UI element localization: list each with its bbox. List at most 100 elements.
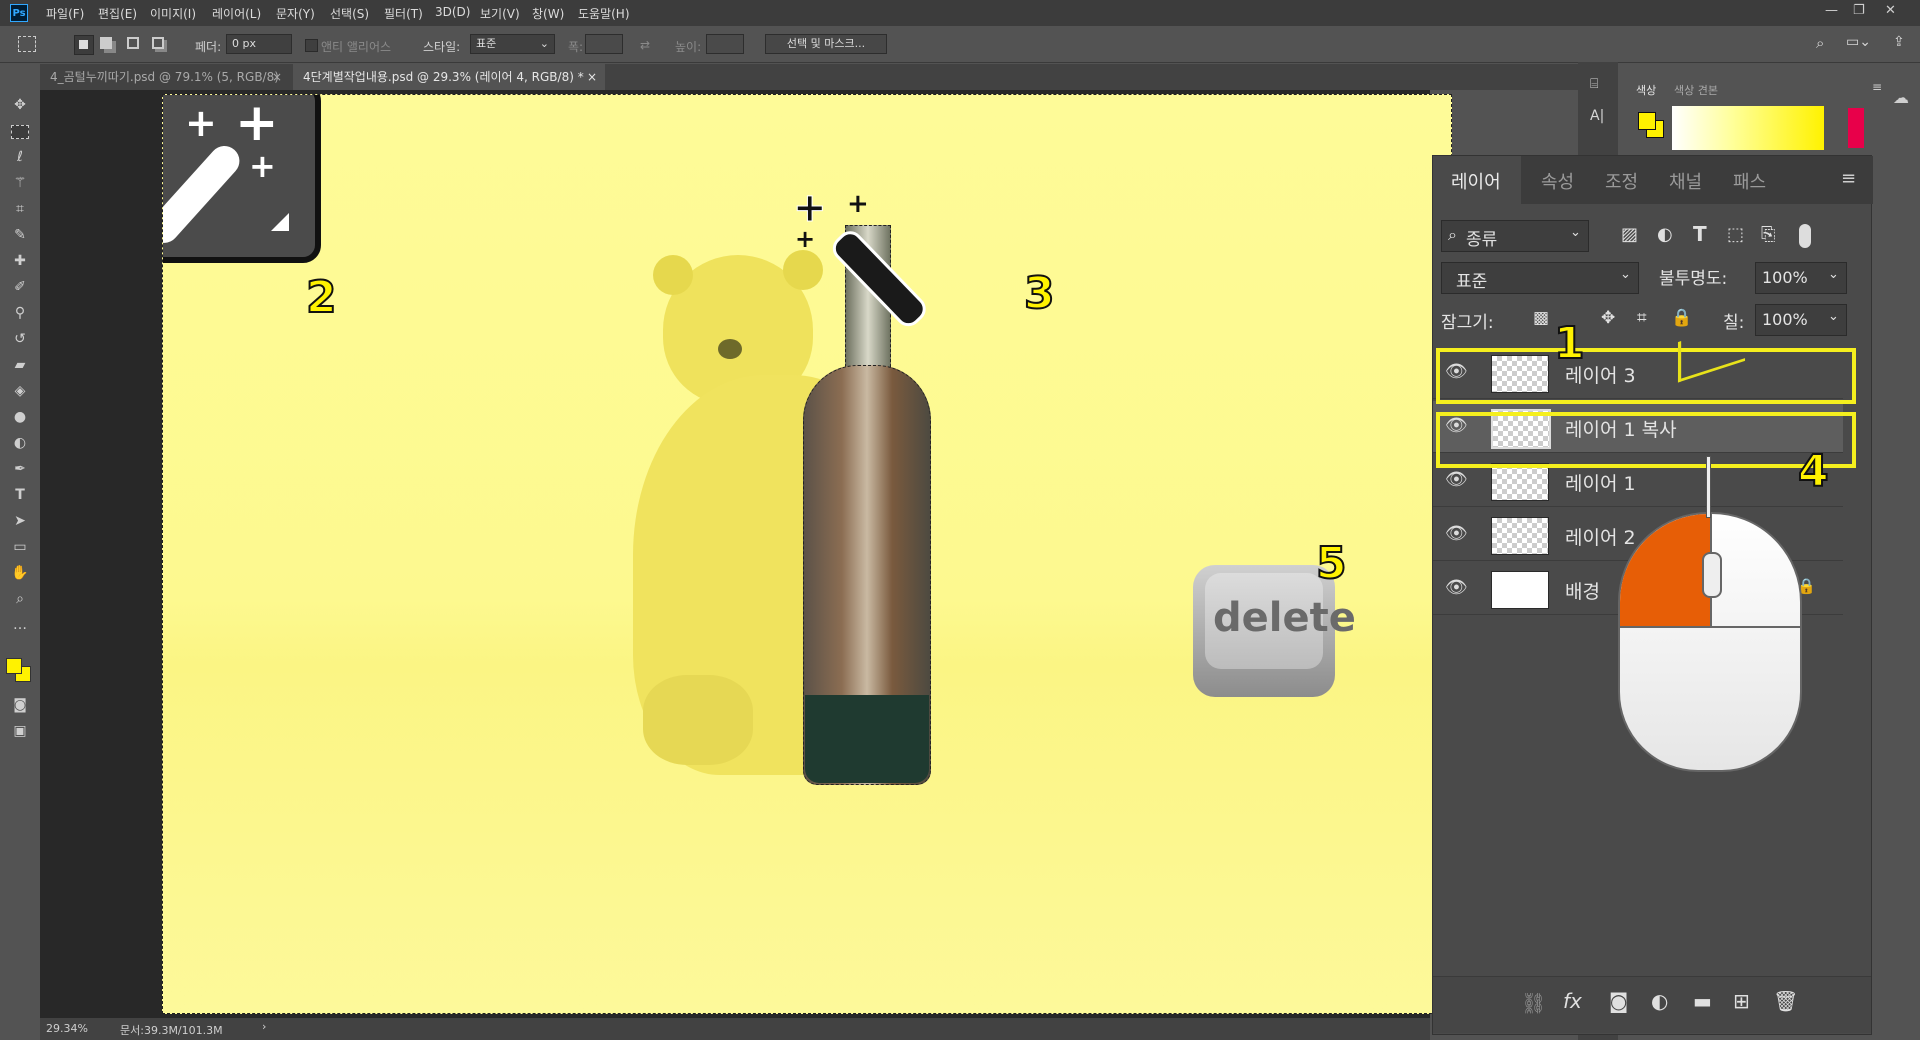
intersect-selection-icon[interactable] <box>152 37 164 49</box>
tab-layers[interactable]: 레이어 <box>1451 168 1501 194</box>
history-icon[interactable]: ⌸ <box>1590 76 1598 92</box>
lock-position-icon[interactable]: ✥ <box>1601 308 1615 328</box>
trash-icon[interactable]: 🗑 <box>1773 989 1798 1013</box>
image-filter-icon[interactable]: ▨ <box>1621 224 1638 245</box>
tab-properties[interactable]: 속성 <box>1541 168 1574 194</box>
menu-select[interactable]: 선택(S) <box>330 5 369 22</box>
eye-icon[interactable]: 👁 <box>1445 469 1468 490</box>
menu-layer[interactable]: 레이어(L) <box>212 5 261 22</box>
tab-paths[interactable]: 패스 <box>1733 168 1766 194</box>
brush-tool-icon[interactable]: ✐ <box>8 276 32 298</box>
screen-mode-icon[interactable]: ▣ <box>8 720 32 742</box>
lock-all-icon[interactable]: 🔒 <box>1671 308 1692 328</box>
menu-filter[interactable]: 필터(T) <box>384 5 423 22</box>
status-arrow-icon[interactable]: › <box>262 1020 266 1033</box>
pen-tool-icon[interactable]: ✒ <box>8 458 32 480</box>
panel-menu-icon[interactable]: ≡ <box>1872 80 1882 94</box>
link-icon[interactable]: ⛓ <box>1521 991 1546 1015</box>
eye-icon[interactable]: 👁 <box>1445 577 1468 598</box>
zoom-tool-icon[interactable]: ⌕ <box>8 588 32 610</box>
search-icon[interactable]: ⌕ <box>1816 34 1824 52</box>
style-select[interactable]: 표준 ⌄ <box>470 34 555 54</box>
tab-color[interactable]: 색상 <box>1636 82 1656 98</box>
color-foreground-swatch[interactable] <box>1638 112 1656 130</box>
layer-name[interactable]: 레이어 1 <box>1565 469 1636 496</box>
filter-toggle[interactable] <box>1799 224 1811 248</box>
mask-icon[interactable]: ◙ <box>1609 989 1628 1013</box>
document-canvas[interactable]: + + + + + + delete <box>162 94 1452 1014</box>
more-tools-icon[interactable]: … <box>8 614 32 636</box>
menu-type[interactable]: 문자(Y) <box>276 5 315 22</box>
fx-icon[interactable]: fx <box>1563 989 1582 1013</box>
menu-edit[interactable]: 편집(E) <box>98 5 137 22</box>
tab-adjustments[interactable]: 조정 <box>1605 168 1638 194</box>
libraries-icon[interactable]: ☁ <box>1893 88 1909 107</box>
shape-filter-icon[interactable]: ⬚ <box>1727 224 1744 245</box>
folder-icon[interactable]: ▬ <box>1693 989 1712 1013</box>
marquee-preset-icon[interactable] <box>18 36 36 52</box>
menu-view[interactable]: 보기(V) <box>480 5 520 22</box>
menu-3d[interactable]: 3D(D) <box>435 5 470 19</box>
history-brush-icon[interactable]: ↺ <box>8 328 32 350</box>
foreground-color-swatch[interactable] <box>6 658 22 674</box>
lock-transparent-icon[interactable]: ▩ <box>1533 308 1549 328</box>
fill-input[interactable]: 100% ⌄ <box>1755 304 1847 336</box>
dodge-tool-icon[interactable]: ◐ <box>8 432 32 454</box>
type-filter-icon[interactable]: T <box>1693 222 1707 246</box>
zoom-readout[interactable]: 29.34% <box>46 1022 88 1035</box>
adjustment-icon[interactable]: ◐ <box>1651 989 1668 1013</box>
tab-channels[interactable]: 채널 <box>1669 168 1702 194</box>
move-tool-icon[interactable]: ✥ <box>8 94 32 116</box>
paint-bucket-icon[interactable]: ◈ <box>8 380 32 402</box>
close-icon[interactable]: × <box>587 64 597 90</box>
menu-image[interactable]: 이미지(I) <box>150 5 196 22</box>
antialias-checkbox[interactable] <box>305 39 318 52</box>
path-select-icon[interactable]: ➤ <box>8 510 32 532</box>
add-selection-icon[interactable] <box>100 37 112 49</box>
width-input[interactable] <box>585 34 623 54</box>
menu-file[interactable]: 파일(F) <box>46 5 84 22</box>
menu-help[interactable]: 도움말(H) <box>578 5 630 22</box>
select-and-mask-button[interactable]: 선택 및 마스크... <box>765 34 887 54</box>
quick-mask-icon[interactable]: ◙ <box>8 694 32 716</box>
share-icon[interactable]: ⇪ <box>1893 34 1905 50</box>
subtract-selection-icon[interactable] <box>127 37 139 49</box>
stamp-tool-icon[interactable]: ⚲ <box>8 302 32 324</box>
eraser-tool-icon[interactable]: ▰ <box>8 354 32 376</box>
close-icon[interactable]: × <box>272 64 282 90</box>
layer-name[interactable]: 배경 <box>1565 577 1600 604</box>
lasso-tool-icon[interactable]: ℓ <box>8 146 32 168</box>
rectangle-tool-icon[interactable]: ▭ <box>8 536 32 558</box>
adjustment-filter-icon[interactable]: ◐ <box>1657 224 1673 245</box>
blur-tool-icon[interactable]: ● <box>8 406 32 428</box>
layer-filter-select[interactable]: ⌕ 종류 ⌄ <box>1441 220 1589 252</box>
blend-mode-select[interactable]: 표준 ⌄ <box>1441 262 1639 294</box>
feather-input[interactable]: 0 px <box>226 34 292 54</box>
tab-document-2[interactable]: 4단계별작업내용.psd @ 29.3% (레이어 4, RGB/8) * × <box>293 64 605 90</box>
minimize-button[interactable]: — <box>1825 3 1838 18</box>
magic-wand-tool-icon[interactable]: ⚚ <box>8 172 32 194</box>
height-input[interactable] <box>706 34 744 54</box>
menu-window[interactable]: 창(W) <box>532 5 564 22</box>
tab-swatches[interactable]: 색상 견본 <box>1674 82 1718 98</box>
swap-icon[interactable]: ⇄ <box>640 38 650 52</box>
new-selection-icon[interactable] <box>74 35 94 55</box>
hue-slider[interactable] <box>1848 108 1864 148</box>
marquee-tool-icon[interactable] <box>11 125 29 139</box>
healing-tool-icon[interactable]: ✚ <box>8 250 32 272</box>
eyedropper-tool-icon[interactable]: ✎ <box>8 224 32 246</box>
eye-icon[interactable]: 👁 <box>1445 523 1468 544</box>
color-spectrum[interactable] <box>1672 106 1824 150</box>
close-window-button[interactable]: ✕ <box>1885 3 1896 18</box>
tab-document-1[interactable]: 4_곰털누끼따기.psd @ 79.1% (5, RGB/8) × <box>40 64 290 90</box>
hand-tool-icon[interactable]: ✋ <box>8 562 32 584</box>
opacity-input[interactable]: 100% ⌄ <box>1755 262 1847 294</box>
lock-artboard-icon[interactable]: ⌗ <box>1637 308 1647 328</box>
smart-object-filter-icon[interactable]: ⎘ <box>1761 224 1775 245</box>
restore-button[interactable]: ❐ <box>1853 3 1865 18</box>
type-tool-icon[interactable]: T <box>8 484 32 506</box>
panel-menu-icon[interactable]: ≡ <box>1841 168 1856 189</box>
crop-tool-icon[interactable]: ⌗ <box>8 198 32 220</box>
character-icon[interactable]: A| <box>1590 108 1604 124</box>
workspace-icon[interactable]: ▭⌄ <box>1846 34 1871 50</box>
